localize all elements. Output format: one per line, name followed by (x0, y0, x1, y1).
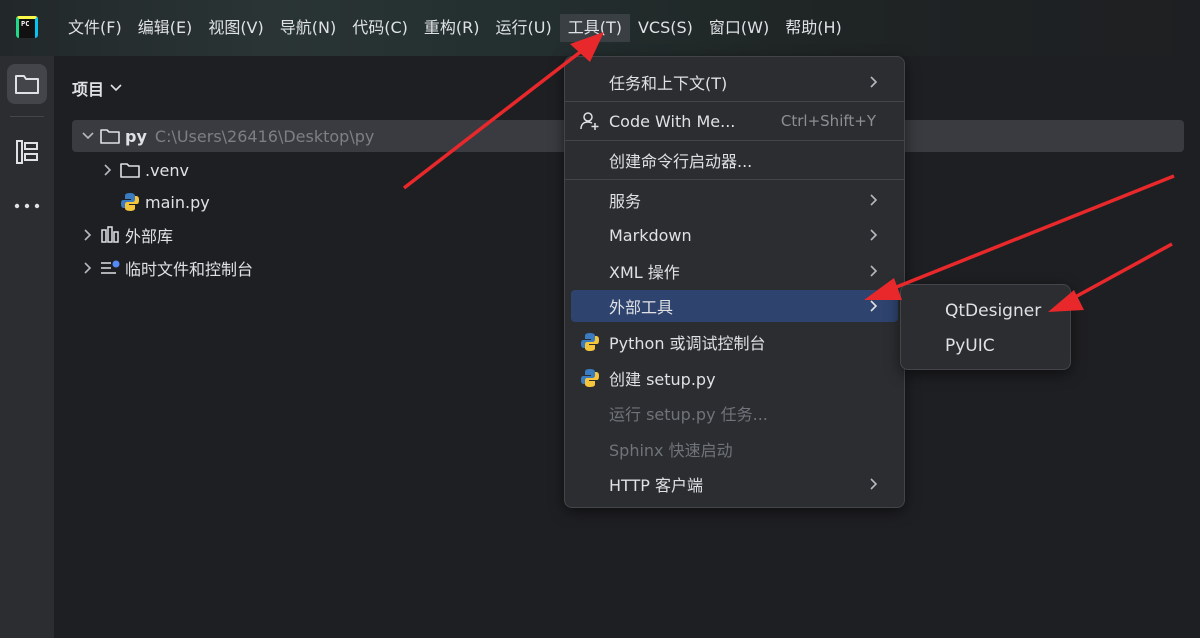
tool-window-strip (0, 56, 54, 638)
menu-item-xml-actions[interactable]: XML 操作 (571, 255, 898, 287)
menu-item-label: XML 操作 (609, 263, 680, 282)
menu-item-tasks-contexts[interactable]: 任务和上下文(T) (571, 66, 898, 98)
menu-item-create-launcher[interactable]: 创建命令行启动器... (571, 144, 898, 176)
strip-separator (10, 116, 44, 117)
chevron-down-icon (78, 132, 98, 140)
scratches-icon (98, 259, 122, 277)
main-menu: 文件(F) 编辑(E) 视图(V) 导航(N) 代码(C) 重构(R) 运行(U… (60, 14, 850, 42)
folder-icon (98, 128, 122, 144)
chevron-down-icon (110, 84, 122, 92)
menu-item-label: 任务和上下文(T) (609, 74, 728, 93)
structure-icon (16, 140, 38, 164)
chevron-right-icon (98, 164, 118, 176)
tools-dropdown-menu: 任务和上下文(T) Code With Me... Ctrl+Shift+Y 创… (564, 56, 905, 508)
folder-icon (15, 75, 39, 94)
menu-item-label: Python 或调试控制台 (609, 334, 766, 353)
more-tools-button[interactable] (7, 186, 47, 226)
menu-item-services[interactable]: 服务 (571, 184, 898, 216)
project-tool-button[interactable] (7, 64, 47, 104)
menu-item-label: 创建命令行启动器... (609, 152, 753, 171)
chevron-right-icon (870, 226, 878, 245)
menu-item-python-console[interactable]: Python 或调试控制台 (571, 326, 898, 358)
chevron-right-icon (870, 475, 878, 494)
menu-item-create-setup-py[interactable]: 创建 setup.py (571, 362, 898, 394)
menu-item-markdown[interactable]: Markdown (571, 219, 898, 251)
scratches-label: 临时文件和控制台 (125, 260, 254, 279)
panel-title: 项目 (72, 80, 105, 99)
tree-row-scratches[interactable]: 临时文件和控制台 (72, 252, 253, 284)
chevron-right-icon (870, 191, 878, 210)
python-icon (579, 368, 601, 388)
tree-row-external-libraries[interactable]: 外部库 (72, 219, 173, 251)
menu-file[interactable]: 文件(F) (60, 14, 130, 42)
more-dots-icon (14, 203, 40, 209)
menu-item-label: 运行 setup.py 任务... (609, 405, 768, 424)
menu-item-http-client[interactable]: HTTP 客户端 (571, 468, 898, 500)
python-icon (579, 332, 601, 352)
menu-separator (565, 101, 904, 102)
menu-item-label: 创建 setup.py (609, 370, 716, 389)
menu-bar: PC 文件(F) 编辑(E) 视图(V) 导航(N) 代码(C) 重构(R) 运… (0, 0, 1200, 56)
project-panel-header[interactable]: 项目 (72, 76, 122, 100)
root-folder-name: py (125, 126, 147, 146)
chevron-right-icon (78, 229, 98, 241)
root-folder-path: C:\Users\26416\Desktop\py (154, 126, 375, 146)
menu-vcs[interactable]: VCS(S) (630, 14, 701, 42)
menu-edit[interactable]: 编辑(E) (130, 14, 201, 42)
chevron-right-icon (870, 73, 878, 92)
menu-tools[interactable]: 工具(T) (559, 14, 630, 42)
submenu-item-qtdesigner[interactable]: QtDesigner (945, 296, 1041, 326)
folder-icon (118, 162, 142, 178)
venv-folder-name: .venv (145, 160, 190, 180)
structure-tool-button[interactable] (7, 132, 47, 172)
shortcut-label: Ctrl+Shift+Y (780, 112, 876, 130)
menu-item-run-setup-task: 运行 setup.py 任务... (571, 397, 898, 429)
menu-item-code-with-me[interactable]: Code With Me... Ctrl+Shift+Y (571, 105, 898, 137)
menu-window[interactable]: 窗口(W) (701, 14, 777, 42)
main-py-file-name: main.py (145, 192, 210, 212)
menu-item-external-tools[interactable]: 外部工具 (571, 290, 898, 322)
menu-item-label: Markdown (609, 225, 692, 245)
tree-row-venv[interactable]: .venv (98, 154, 189, 186)
menu-navigate[interactable]: 导航(N) (272, 14, 344, 42)
add-user-icon (579, 111, 601, 131)
chevron-right-icon (870, 262, 878, 281)
menu-item-label: Sphinx 快速启动 (609, 441, 733, 460)
menu-help[interactable]: 帮助(H) (777, 14, 850, 42)
menu-item-sphinx-quickstart: Sphinx 快速启动 (571, 433, 898, 465)
menu-item-label: HTTP 客户端 (609, 476, 704, 495)
external-tools-submenu: QtDesigner PyUIC (900, 284, 1071, 370)
menu-separator (565, 179, 904, 180)
chevron-right-icon (870, 297, 878, 316)
pycharm-logo-icon: PC (16, 16, 38, 38)
python-file-icon (118, 192, 142, 212)
tree-row-main-py[interactable]: main.py (118, 186, 210, 218)
menu-item-label: 服务 (609, 192, 642, 211)
library-icon (98, 226, 122, 244)
menu-refactor[interactable]: 重构(R) (416, 14, 488, 42)
submenu-item-pyuic[interactable]: PyUIC (945, 331, 995, 361)
menu-separator (565, 140, 904, 141)
chevron-right-icon (78, 262, 98, 274)
menu-item-label: 外部工具 (609, 298, 674, 317)
menu-run[interactable]: 运行(U) (488, 14, 560, 42)
menu-view[interactable]: 视图(V) (200, 14, 271, 42)
menu-item-label: Code With Me... (609, 111, 736, 131)
external-libraries-label: 外部库 (125, 227, 174, 246)
menu-code[interactable]: 代码(C) (344, 14, 416, 42)
